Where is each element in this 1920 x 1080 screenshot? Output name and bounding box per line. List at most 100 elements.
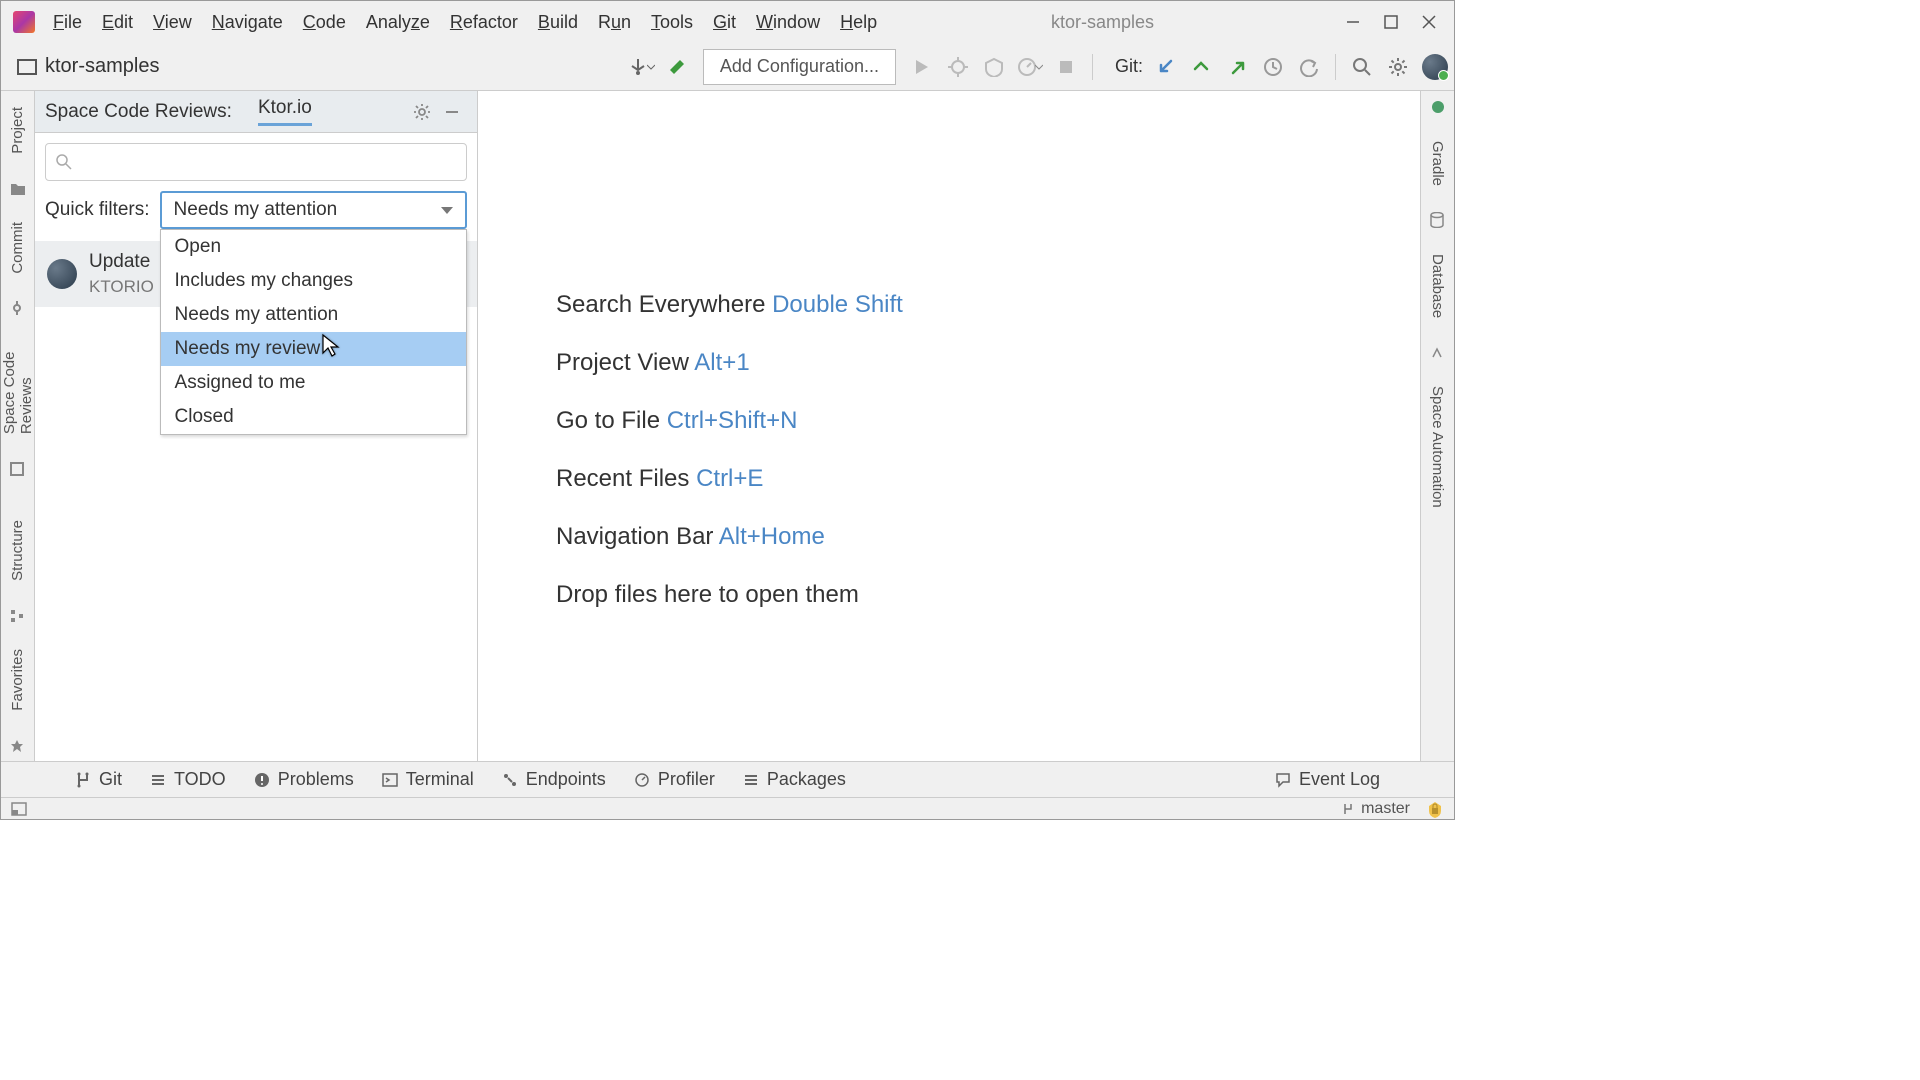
quick-filters-label: Quick filters: (45, 199, 150, 221)
filter-option-assigned-to-me[interactable]: Assigned to me (161, 366, 466, 400)
panel-gear-icon[interactable] (407, 97, 437, 127)
bottom-event-log[interactable]: Event Log (1275, 769, 1380, 790)
folder-icon (10, 180, 26, 196)
user-avatar[interactable] (1422, 54, 1448, 80)
git-history-icon[interactable] (1255, 49, 1291, 85)
endpoints-icon (502, 772, 518, 788)
tool-commit[interactable]: Commit (9, 214, 26, 282)
welcome-line: Navigation Bar Alt+Home (556, 523, 825, 551)
menu-run[interactable]: Run (588, 8, 641, 37)
packages-icon (743, 772, 759, 788)
menu-window[interactable]: Window (746, 8, 830, 37)
git-pull-icon[interactable] (1147, 49, 1183, 85)
left-tool-strip: Project Commit Space Code Reviews Struct… (1, 91, 35, 761)
terminal-icon (382, 772, 398, 788)
shortcut: Double Shift (772, 291, 903, 318)
run-icon[interactable] (904, 49, 940, 85)
minimize-button[interactable] (1334, 7, 1372, 37)
gear-icon[interactable] (1380, 49, 1416, 85)
bottom-profiler[interactable]: Profiler (634, 769, 715, 790)
drop-hint: Drop files here to open them (556, 581, 859, 609)
menu-refactor[interactable]: Refactor (440, 8, 528, 37)
shortcut: Alt+Home (719, 523, 825, 550)
clock-icon (634, 772, 650, 788)
menu-tools[interactable]: Tools (641, 8, 703, 37)
run-configurations-selector[interactable]: Add Configuration... (703, 49, 896, 85)
bottom-packages[interactable]: Packages (743, 769, 846, 790)
quick-filters-dropdown: OpenIncludes my changesNeeds my attentio… (160, 229, 467, 435)
close-button[interactable] (1410, 7, 1448, 37)
debug-icon[interactable] (940, 49, 976, 85)
menu-file[interactable]: File (43, 8, 92, 37)
quick-filters-select[interactable]: Needs my attention OpenIncludes my chang… (160, 191, 467, 229)
tool-structure[interactable]: Structure (9, 512, 26, 589)
filter-option-needs-my-review[interactable]: Needs my review (161, 332, 466, 366)
search-icon (56, 154, 72, 170)
profile-icon[interactable] (1012, 49, 1048, 85)
shortcut: Alt+1 (694, 349, 749, 376)
structure-icon (10, 607, 26, 623)
git-push-icon[interactable] (1219, 49, 1255, 85)
filter-option-closed[interactable]: Closed (161, 400, 466, 434)
menu-build[interactable]: Build (528, 8, 588, 37)
maximize-button[interactable] (1372, 7, 1410, 37)
warning-icon (254, 772, 270, 788)
stop-icon[interactable] (1048, 49, 1084, 85)
filter-option-needs-my-attention[interactable]: Needs my attention (161, 298, 466, 332)
menu-navigate[interactable]: Navigate (202, 8, 293, 37)
gradle-icon (1430, 99, 1446, 115)
panel-tab-ktor[interactable]: Ktor.io (258, 97, 312, 126)
navigation-toolbar: ktor-samples Add Configuration... Git: (1, 43, 1454, 91)
menu-analyze[interactable]: Analyze (356, 8, 440, 37)
automation-icon (1430, 344, 1446, 360)
tool-window-icon[interactable] (11, 802, 27, 816)
bottom-todo[interactable]: TODO (150, 769, 226, 790)
bottom-problems[interactable]: Problems (254, 769, 354, 790)
tool-space-reviews[interactable]: Space Code Reviews (1, 333, 35, 442)
git-commit-icon[interactable] (1183, 49, 1219, 85)
tool-space-automation[interactable]: Space Automation (1429, 378, 1446, 516)
commit-icon (10, 299, 26, 315)
menu-help[interactable]: Help (830, 8, 887, 37)
quick-filters-value: Needs my attention (174, 199, 338, 221)
project-icon (17, 59, 37, 75)
welcome-line: Search Everywhere Double Shift (556, 291, 903, 319)
bottom-git[interactable]: Git (75, 769, 122, 790)
coverage-icon[interactable] (976, 49, 1012, 85)
filter-option-open[interactable]: Open (161, 230, 466, 264)
avatar (47, 259, 77, 289)
window-title: ktor-samples (1051, 12, 1154, 33)
lock-indicator-icon[interactable] (1426, 800, 1444, 818)
menubar: File Edit View Navigate Code Analyze Ref… (1, 1, 1454, 43)
database-icon (1430, 212, 1446, 228)
bottom-terminal[interactable]: Terminal (382, 769, 474, 790)
git-revert-icon[interactable] (1291, 49, 1327, 85)
menu-code[interactable]: Code (293, 8, 356, 37)
panel-minimize-icon[interactable] (437, 97, 467, 127)
tool-gradle[interactable]: Gradle (1429, 133, 1446, 194)
tool-favorites[interactable]: Favorites (9, 641, 26, 719)
welcome-line: Project View Alt+1 (556, 349, 750, 377)
git-label: Git: (1115, 56, 1143, 77)
tool-project[interactable]: Project (9, 99, 26, 162)
filter-option-includes-my-changes[interactable]: Includes my changes (161, 264, 466, 298)
space-code-reviews-panel: Space Code Reviews: Ktor.io Quick filter… (35, 91, 478, 761)
menu-git[interactable]: Git (703, 8, 746, 37)
chevron-down-icon (441, 207, 453, 214)
bottom-endpoints[interactable]: Endpoints (502, 769, 606, 790)
reviews-search-input[interactable] (45, 143, 467, 181)
shortcut: Ctrl+E (696, 465, 763, 492)
tool-database[interactable]: Database (1429, 246, 1446, 326)
search-icon[interactable] (1344, 49, 1380, 85)
git-branch-icon (75, 772, 91, 788)
welcome-line: Recent Files Ctrl+E (556, 465, 763, 493)
git-branch-indicator[interactable]: master (1341, 800, 1410, 818)
status-bar: master (1, 797, 1454, 819)
menu-edit[interactable]: Edit (92, 8, 143, 37)
hammer-build-icon[interactable] (659, 49, 695, 85)
menu-view[interactable]: View (143, 8, 202, 37)
vcs-branches-icon[interactable] (623, 49, 659, 85)
shortcut: Ctrl+Shift+N (667, 407, 798, 434)
breadcrumb-project[interactable]: ktor-samples (45, 55, 159, 78)
review-title: Update (89, 251, 154, 273)
